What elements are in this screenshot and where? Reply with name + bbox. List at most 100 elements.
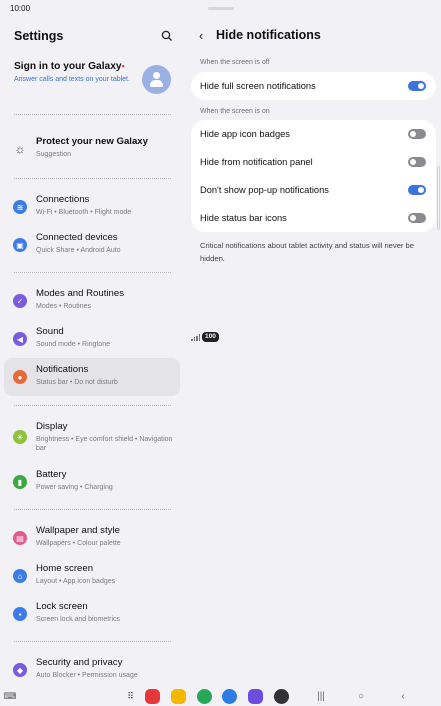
setting-row-hide-app-icon-badges[interactable]: Hide app icon badges <box>191 120 436 148</box>
item-title: Notifications <box>36 364 89 375</box>
account-subtitle: Answer calls and texts on your tablet. <box>14 76 130 83</box>
status-time: 10:00 <box>10 4 31 13</box>
item-subtitle: Status bar • Do not disturb <box>36 379 118 386</box>
hide-notifications-pane: ‹ Hide notifications When the screen is … <box>191 18 441 686</box>
search-icon[interactable] <box>160 29 174 43</box>
setting-label: Hide from notification panel <box>200 157 313 167</box>
item-title: Wallpaper and style <box>36 525 120 536</box>
setting-row-no-popups[interactable]: Don't show pop-up notifications <box>191 176 436 204</box>
camera-app-icon[interactable] <box>274 689 289 704</box>
item-title: Battery <box>36 469 67 480</box>
app-icon-red[interactable] <box>145 689 160 704</box>
item-subtitle: Power saving • Charging <box>36 484 113 491</box>
divider <box>14 509 171 510</box>
status-bar: 10:00 100 <box>0 0 441 342</box>
item-subtitle: Sound mode • Ringtone <box>36 341 111 348</box>
section-screen-on: When the screen is on <box>200 108 270 115</box>
item-title: Protect your new Galaxy <box>36 136 148 147</box>
account-title: Sign in to your Galaxy <box>14 61 122 72</box>
item-title: Connected devices <box>36 232 118 243</box>
keyboard-icon[interactable]: ⌨ <box>4 689 17 703</box>
navigation-bar: ⌨ ⠿ ||| ○ ‹ <box>0 686 441 706</box>
divider <box>14 641 171 642</box>
shield-icon: ◆ <box>13 663 27 677</box>
settings-item-sound[interactable]: ◀ Sound Sound mode • Ringtone <box>4 320 180 358</box>
toggle-switch[interactable] <box>408 129 426 139</box>
toggle-switch[interactable] <box>408 213 426 223</box>
setting-row-hide-from-panel[interactable]: Hide from notification panel <box>191 148 436 176</box>
modes-icon: ✓ <box>13 294 27 308</box>
toggle-switch[interactable] <box>408 185 426 195</box>
back-nav-icon[interactable]: ‹ <box>396 689 410 703</box>
item-subtitle: Layout • App icon badges <box>36 578 116 585</box>
phone-app-icon[interactable] <box>197 689 212 704</box>
item-subtitle: Suggestion <box>36 151 72 158</box>
new-dot: • <box>121 61 125 71</box>
setting-row-hide-status-bar-icons[interactable]: Hide status bar icons <box>191 204 436 232</box>
item-subtitle: Modes • Routines <box>36 303 91 310</box>
scroll-indicator[interactable] <box>437 166 440 230</box>
settings-item-protect[interactable]: ☼ Protect your new Galaxy Suggestion <box>4 130 180 168</box>
wifi-icon: ≋ <box>13 200 27 214</box>
setting-label: Hide status bar icons <box>200 213 287 223</box>
setting-label: Hide full screen notifications <box>200 81 316 91</box>
setting-label: Hide app icon badges <box>200 129 290 139</box>
settings-item-battery[interactable]: ▮ Battery Power saving • Charging <box>4 463 180 501</box>
account-signin[interactable]: Sign in to your Galaxy• Answer calls and… <box>14 61 184 101</box>
suggestion-icon: ☼ <box>14 142 26 156</box>
item-subtitle: Wallpapers • Colour palette <box>36 540 121 547</box>
info-note: Critical notifications about tablet acti… <box>200 241 414 263</box>
item-title: Connections <box>36 194 90 205</box>
item-subtitle: Auto Blocker • Permission usage <box>36 672 138 679</box>
item-subtitle: Screen lock and biometrics <box>36 616 121 623</box>
app-icon-purple[interactable] <box>248 689 263 704</box>
divider <box>14 114 171 115</box>
sound-icon: ◀ <box>13 332 27 346</box>
card-screen-on: Hide app icon badges Hide from notificat… <box>191 120 436 232</box>
settings-item-security[interactable]: ◆ Security and privacy Auto Blocker • Per… <box>4 651 180 689</box>
item-title: Display <box>36 421 68 432</box>
settings-item-notifications[interactable]: ● Notifications Status bar • Do not distu… <box>4 358 180 396</box>
settings-item-connected-devices[interactable]: ▣ Connected devices Quick Share • Android… <box>4 226 180 264</box>
divider <box>14 272 171 273</box>
item-title: Lock screen <box>36 601 88 612</box>
toggle-switch[interactable] <box>408 157 426 167</box>
settings-pane: Settings Sign in to your Galaxy• Answer … <box>0 18 191 686</box>
home-icon: ⌂ <box>13 569 27 583</box>
item-subtitle: Brightness • Eye comfort shield • Naviga… <box>36 436 173 452</box>
app-icon-yellow[interactable] <box>171 689 186 704</box>
settings-item-wallpaper[interactable]: ▤ Wallpaper and style Wallpapers • Colour… <box>4 519 180 557</box>
item-title: Modes and Routines <box>36 288 124 299</box>
settings-item-display[interactable]: ☀ Display Brightness • Eye comfort shield… <box>4 415 180 461</box>
home-button-icon[interactable]: ○ <box>354 689 368 703</box>
messages-app-icon[interactable] <box>222 689 237 704</box>
toggle-switch[interactable] <box>408 81 426 91</box>
battery-icon: ▮ <box>13 475 27 489</box>
item-title: Security and privacy <box>36 657 123 668</box>
devices-icon: ▣ <box>13 238 27 252</box>
setting-row-hide-full-screen[interactable]: Hide full screen notifications <box>191 72 436 100</box>
item-title: Home screen <box>36 563 94 574</box>
avatar <box>142 65 171 94</box>
card-screen-off: Hide full screen notifications <box>191 72 436 100</box>
palette-icon: ▤ <box>13 531 27 545</box>
item-subtitle: Quick Share • Android Auto <box>36 247 121 254</box>
lock-icon: ▪ <box>13 607 27 621</box>
back-icon[interactable]: ‹ <box>199 28 213 43</box>
settings-item-modes[interactable]: ✓ Modes and Routines Modes • Routines <box>4 282 180 320</box>
setting-label: Don't show pop-up notifications <box>200 185 329 195</box>
app-drawer-icon[interactable]: ⠿ <box>123 689 137 703</box>
item-subtitle: Wi-Fi • Bluetooth • Flight mode <box>36 209 132 216</box>
bell-icon: ● <box>13 370 27 384</box>
recent-apps-icon[interactable]: ||| <box>314 689 328 703</box>
item-title: Sound <box>36 326 64 337</box>
brightness-icon: ☀ <box>13 430 27 444</box>
settings-item-lock-screen[interactable]: ▪ Lock screen Screen lock and biometrics <box>4 595 180 633</box>
divider <box>14 178 171 179</box>
page-title: Hide notifications <box>216 28 321 42</box>
settings-title: Settings <box>14 29 64 43</box>
settings-item-home-screen[interactable]: ⌂ Home screen Layout • App icon badges <box>4 557 180 595</box>
section-screen-off: When the screen is off <box>200 59 270 66</box>
divider <box>14 405 171 406</box>
settings-item-connections[interactable]: ≋ Connections Wi-Fi • Bluetooth • Flight … <box>4 188 180 226</box>
